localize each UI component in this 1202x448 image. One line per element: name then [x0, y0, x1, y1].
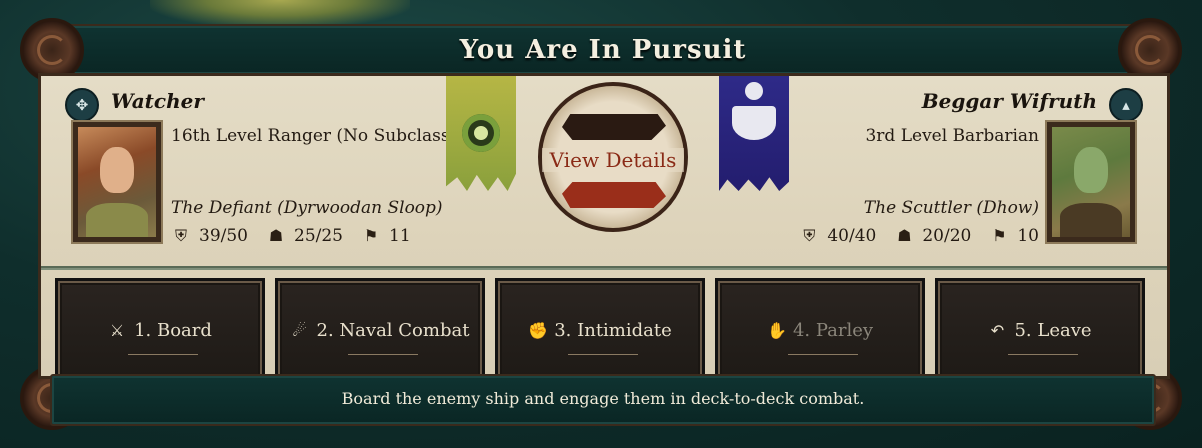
player-stats: ⛨ 39/50 ☗ 25/25 ⚑ 11 [171, 226, 411, 246]
enemy-name: Beggar Wifruth [921, 89, 1097, 113]
view-details-label: View Details [542, 148, 684, 172]
intimidate-button[interactable]: ✊ 3. Intimidate [495, 278, 705, 382]
crown-emblem-icon [732, 106, 776, 140]
hull-icon: ⛨ [803, 226, 816, 245]
moon-icon [745, 82, 763, 100]
enemy-portrait [1047, 122, 1135, 242]
enemy-sails-stat: ⚑ 10 [989, 226, 1039, 246]
enemy-class: 3rd Level Barbarian [865, 126, 1039, 146]
title-bar: You Are In Pursuit [50, 24, 1156, 76]
return-arrow-icon: ↶ [990, 320, 1005, 340]
player-sails-stat: ⚑ 11 [361, 226, 411, 246]
pursuit-dialog: You Are In Pursuit ✥ Watcher 16th Level … [20, 18, 1182, 430]
sails-icon: ⚑ [992, 226, 1007, 245]
eye-emblem-icon [462, 114, 500, 152]
chevron-up-icon[interactable]: ▴ [1109, 88, 1143, 122]
option-description-bar: Board the enemy ship and engage them in … [50, 374, 1156, 426]
enemy-stats: ⛨ 40/40 ☗ 20/20 ⚑ 10 [799, 226, 1039, 246]
enemy-portrait-body [1060, 203, 1122, 237]
board-button[interactable]: ⚔ 1. Board [55, 278, 265, 382]
view-details-button[interactable]: View Details [538, 82, 688, 232]
handshake-icon: ✋ [766, 320, 787, 340]
encounter-panel: ✥ Watcher 16th Level Ranger (No Subclass… [38, 73, 1170, 382]
compass-icon[interactable]: ✥ [65, 88, 99, 122]
ship-info-strip: ✥ Watcher 16th Level Ranger (No Subclass… [41, 76, 1167, 269]
enemy-hull-stat: ⛨ 40/40 [799, 226, 876, 246]
enemy-ship-hull-icon [562, 114, 666, 140]
divider [41, 268, 1167, 270]
player-ship: The Defiant (Dyrwoodan Sloop) [171, 198, 443, 218]
leave-button[interactable]: ↶ 5. Leave [935, 278, 1145, 382]
player-portrait-face [100, 147, 134, 193]
player-class: 16th Level Ranger (No Subclass) [171, 126, 457, 146]
player-ship-hull-icon [562, 182, 666, 208]
crossed-swords-icon: ⚔ [109, 320, 125, 340]
options-bar: ⚔ 1. Board ☄ 2. Naval Combat ✊ 3. Intimi… [41, 272, 1167, 382]
hull-icon: ⛨ [174, 226, 187, 245]
enemy-crew-stat: ☗ 20/20 [894, 226, 971, 246]
crew-icon: ☗ [268, 226, 284, 245]
player-crew-stat: ☗ 25/25 [266, 226, 343, 246]
player-faction-banner [446, 76, 516, 191]
player-portrait-body [86, 203, 148, 237]
player-name: Watcher [111, 89, 204, 113]
crew-icon: ☗ [897, 226, 912, 245]
fist-icon: ✊ [528, 320, 549, 340]
dialog-title: You Are In Pursuit [459, 35, 747, 65]
enemy-portrait-face [1074, 147, 1108, 193]
enemy-ship: The Scuttler (Dhow) [863, 198, 1039, 218]
naval-combat-button[interactable]: ☄ 2. Naval Combat [275, 278, 485, 382]
player-portrait [73, 122, 161, 242]
player-hull-stat: ⛨ 39/50 [171, 226, 248, 246]
cannon-icon: ☄ [292, 320, 307, 340]
enemy-faction-banner [719, 76, 789, 191]
option-description: Board the enemy ship and engage them in … [341, 389, 865, 408]
sails-icon: ⚑ [363, 226, 379, 245]
parley-button[interactable]: ✋ 4. Parley [715, 278, 925, 382]
